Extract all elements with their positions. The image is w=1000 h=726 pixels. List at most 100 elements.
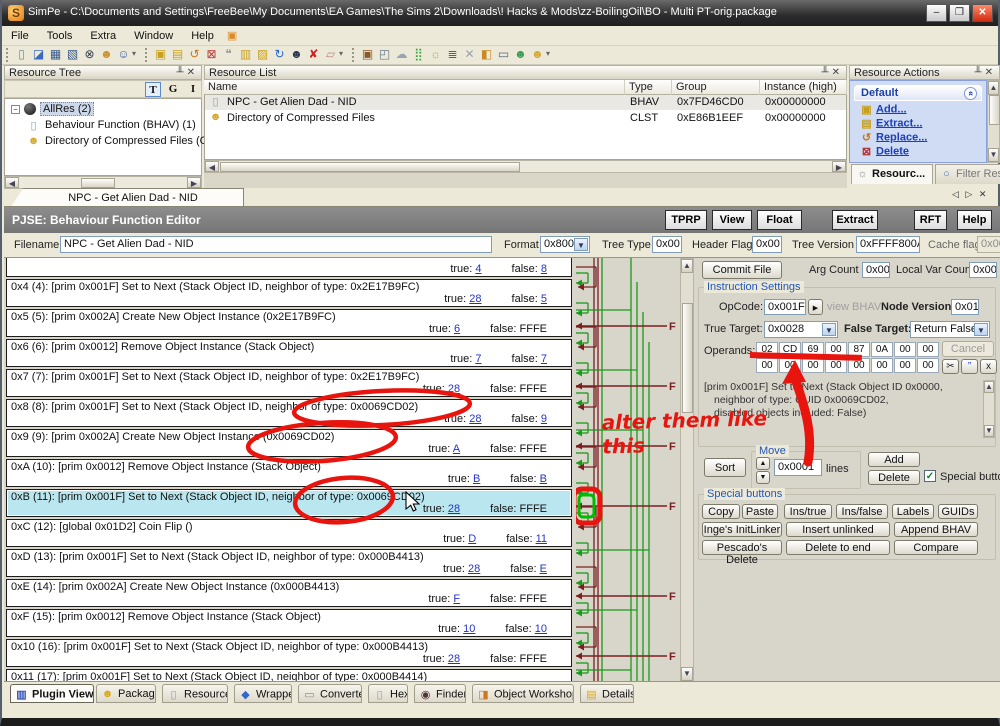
tab-converter[interactable]: ▭Converter [298,684,362,703]
instruction-vscrollbar[interactable]: ▲ ▼ [680,258,694,682]
eraser-icon[interactable]: ▱ [322,47,339,63]
pin-icon[interactable]: ╨ [975,67,985,78]
menu-item-extra[interactable]: Extra [81,27,125,45]
column-header-type[interactable]: Type [625,80,672,95]
package-replace-icon[interactable]: ↺ [186,47,203,63]
action-replace[interactable]: ↺Replace... [860,131,927,144]
header-flag-input[interactable]: 0x00 [752,236,782,253]
comment-icon[interactable]: ❝ [220,47,237,63]
maximize-button[interactable]: ❐ [949,4,970,22]
operand-0-4[interactable]: 87 [848,342,870,357]
arg-count-input[interactable]: 0x00 [862,262,890,278]
tab-resource[interactable]: ▯Resource [162,684,228,703]
true-target[interactable]: 28 [448,653,460,665]
true-target[interactable]: 28 [469,413,481,425]
add-sim-icon[interactable]: ☻ [98,47,115,63]
instruction-row[interactable]: 0x10 (16): [prim 0x001F] Set to Next (St… [6,639,572,667]
table-row[interactable]: ▯NPC - Get Alien Dad - NIDBHAV0x7FD46CD0… [205,95,846,110]
notes-alt-icon[interactable]: ▨ [254,47,271,63]
special-labels-button[interactable]: Labels [892,504,934,519]
instruction-row[interactable]: 0xD (13): [prim 0x001F] Set to Next (Sta… [6,549,572,577]
package-remove-icon[interactable]: ⊠ [203,47,220,63]
user-lock-icon[interactable]: ☻ [512,47,529,63]
tools-x-icon[interactable]: ✕ [461,47,478,63]
operand-1-4[interactable]: 00 [848,358,870,373]
operand-1-5[interactable]: 00 [871,358,893,373]
scroll-thumb[interactable] [989,95,1000,125]
true-target[interactable]: B [473,473,480,485]
collapse-chevron-icon[interactable]: » [964,87,977,100]
chevron-down-icon[interactable]: ▼ [574,238,588,251]
instruction-row[interactable]: 0xC (12): [global 0x01D2] Coin Flip ()tr… [6,519,572,547]
opcode-more-button[interactable]: ▶ [808,299,823,315]
scroll-thumb[interactable] [81,178,115,188]
false-target-combobox[interactable]: Return False▼ [910,321,990,338]
package-open-icon[interactable]: ▣ [152,47,169,63]
paint-icon[interactable]: ◧ [478,47,495,63]
operand-0-2[interactable]: 69 [802,342,824,357]
list-red-icon[interactable]: ≣ [444,47,461,63]
operand-1-2[interactable]: 00 [802,358,824,373]
resource-actions-vscrollbar[interactable]: ▲ ▼ [987,80,1000,163]
scroll-up-icon[interactable]: ▲ [988,81,999,95]
tab-plugin-view[interactable]: ▥Plugin View [10,684,94,703]
float-button[interactable]: Float [757,210,802,230]
refresh-icon[interactable]: ↻ [271,47,288,63]
scroll-up-icon[interactable]: ▲ [984,381,994,393]
scroll-down-icon[interactable]: ▼ [681,667,693,681]
tree-version-input[interactable]: 0xFFFF800A [856,236,920,253]
opcode-input[interactable]: 0x001F [764,299,806,315]
instruction-row[interactable]: 0x4 (4): [prim 0x001F] Set to Next (Stac… [6,279,572,307]
tree-filter-t-button[interactable]: T [145,82,161,97]
true-target[interactable]: D [468,533,476,545]
extract-button[interactable]: Extract [832,210,878,230]
add-button[interactable]: Add [868,452,920,467]
special-guids-button[interactable]: GUIDs [938,504,978,519]
scroll-thumb[interactable] [220,162,520,172]
tree-filter-g-button[interactable]: G [165,82,181,97]
cache-flags-input[interactable]: 0x00 [977,236,1000,253]
special-ins-false-button[interactable]: Ins/false [836,504,888,519]
grid-dots-icon[interactable]: ⣿ [410,47,427,63]
operand-0-7[interactable]: 00 [917,342,939,357]
clear-button[interactable]: x [980,359,997,374]
operand-1-3[interactable]: 00 [825,358,847,373]
false-target[interactable]: 9 [541,413,547,425]
scroll-left-icon[interactable]: ◀ [205,161,219,172]
false-target[interactable]: 11 [536,533,547,545]
true-target[interactable]: 28 [469,293,481,305]
delete-x-icon[interactable]: ✘ [305,47,322,63]
resource-list-hscrollbar[interactable]: ◀ ▶ [204,160,847,173]
local-var-count-input[interactable]: 0x00 [969,262,997,278]
menu-item-tools[interactable]: Tools [38,27,82,45]
delete-button[interactable]: Delete [868,470,920,485]
stop-icon[interactable]: ⊗ [81,47,98,63]
instruction-row[interactable]: 0xF (15): [prim 0x0012] Remove Object In… [6,609,572,637]
rft-button[interactable]: RFT [914,210,947,230]
cloud-icon[interactable]: ☁ [393,47,410,63]
wizard-button[interactable]: ✂ [942,359,959,374]
operand-1-6[interactable]: 00 [894,358,916,373]
instruction-row[interactable]: 0xE (14): [prim 0x002A] Create New Objec… [6,579,572,607]
instruction-row[interactable]: 0x8 (8): [prim 0x001F] Set to Next (Stac… [6,399,572,427]
instruction-row[interactable]: 0x9 (9): [prim 0x002A] Create New Object… [6,429,572,457]
pin-icon[interactable]: ╨ [177,67,187,78]
operand-0-3[interactable]: 00 [825,342,847,357]
true-target[interactable]: F [453,593,460,605]
quote-button[interactable]: ” [961,359,978,374]
open-file-icon[interactable]: ◪ [30,47,47,63]
doc-nav-controls[interactable]: ◁ ▷ ✕ [952,189,1000,200]
gear-icon[interactable]: ☼ [427,47,444,63]
close-panel-icon[interactable]: ✕ [187,67,198,78]
tab-resource-actions[interactable]: ☼Resourc... [851,164,933,184]
toolbar-overflow-icon[interactable]: ▾ [339,46,348,62]
plugin-icon[interactable]: ▣ [223,26,241,45]
scroll-left-icon[interactable]: ◀ [5,177,19,188]
action-add[interactable]: ▣Add... [860,103,907,116]
instruction-row[interactable]: 0xA (10): [prim 0x0012] Remove Object In… [6,459,572,487]
preview-icon[interactable]: ◰ [376,47,393,63]
special-paste-button[interactable]: Paste [742,504,778,519]
instruction-row[interactable]: 0xB (11): [prim 0x001F] Set to Next (Sta… [6,489,572,517]
scroll-right-icon[interactable]: ▶ [187,177,201,188]
move-lines-input[interactable]: 0x0001 [774,459,822,476]
